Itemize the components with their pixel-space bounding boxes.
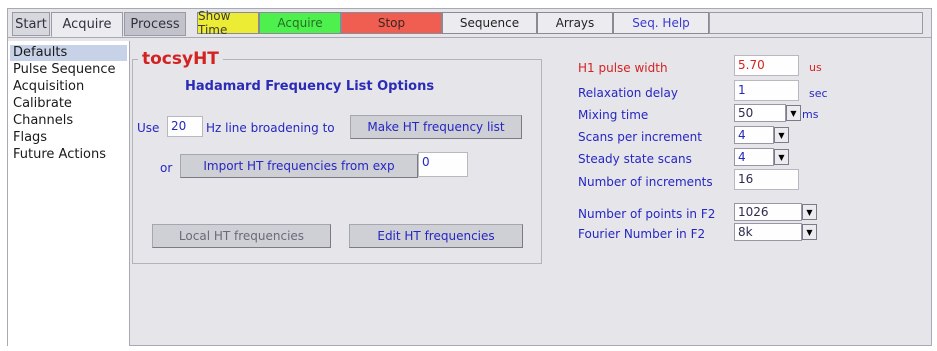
sidebar-item-acquisition[interactable]: Acquisition [10,79,84,95]
sequence-button[interactable]: Sequence [442,12,537,34]
edit-ht-frequencies-button[interactable]: Edit HT frequencies [349,224,523,248]
acquire-button[interactable]: Acquire [259,12,341,34]
tab-start[interactable]: Start [12,12,50,36]
mixing-time-select[interactable]: 50 [734,104,786,122]
h1-pulse-width-unit: us [809,61,822,74]
divider [8,37,931,38]
use-label: Use [137,121,160,135]
steady-state-scans-chevron-down-icon[interactable]: ▼ [774,149,789,165]
mixing-time-unit: ms [802,108,819,121]
line-broadening-input[interactable]: 20 [167,116,203,137]
steady-state-scans-label: Steady state scans [578,152,692,166]
sidebar-item-pulse-sequence[interactable]: Pulse Sequence [10,62,116,78]
scans-per-increment-chevron-down-icon[interactable]: ▼ [774,127,789,143]
panel-title: tocsyHT [138,48,223,70]
fourier-number-f2-label: Fourier Number in F2 [578,227,706,241]
relaxation-delay-unit: sec [809,87,828,100]
relaxation-delay-input[interactable]: 1 [734,80,799,101]
steady-state-scans-select[interactable]: 4 [734,148,774,166]
toolbar-empty-area [709,12,923,34]
mixing-time-chevron-down-icon[interactable]: ▼ [786,105,801,121]
sidebar-item-calibrate[interactable]: Calibrate [10,96,72,112]
sidebar-item-future-actions[interactable]: Future Actions [10,147,106,163]
scans-per-increment-select[interactable]: 4 [734,126,774,144]
scans-per-increment-label: Scans per increment [578,130,702,144]
fourier-number-f2-chevron-down-icon[interactable]: ▼ [802,224,817,240]
arrays-button[interactable]: Arrays [537,12,613,34]
stop-button[interactable]: Stop [341,12,442,34]
fourier-number-f2-select[interactable]: 8k [734,223,802,241]
points-in-f2-chevron-down-icon[interactable]: ▼ [802,204,817,220]
number-of-increments-label: Number of increments [578,175,713,189]
local-ht-frequencies-button[interactable]: Local HT frequencies [152,224,331,248]
import-ht-frequencies-button[interactable]: Import HT frequencies from exp [180,154,418,178]
make-ht-frequency-list-button[interactable]: Make HT frequency list [350,115,522,139]
points-in-f2-select[interactable]: 1026 [734,203,802,221]
sidebar-item-flags[interactable]: Flags [10,130,47,146]
tab-process[interactable]: Process [124,12,186,36]
panel-subtitle: Hadamard Frequency List Options [185,79,435,94]
import-exp-input[interactable]: 0 [418,152,468,177]
tab-acquire[interactable]: Acquire [51,12,123,37]
points-in-f2-label: Number of points in F2 [578,207,716,221]
h1-pulse-width-label: H1 pulse width [578,61,668,75]
mixing-time-label: Mixing time [578,108,649,122]
sidebar-item-defaults[interactable]: Defaults [10,45,127,61]
sidebar-item-channels[interactable]: Channels [10,113,73,129]
number-of-increments-input[interactable]: 16 [734,169,799,190]
h1-pulse-width-input[interactable]: 5.70 [734,55,799,76]
or-label: or [160,161,173,175]
show-time-button[interactable]: Show Time [197,9,259,37]
seq-help-button[interactable]: Seq. Help [613,12,709,34]
hz-line-broadening-label: Hz line broadening to [206,121,335,135]
relaxation-delay-label: Relaxation delay [578,86,678,100]
